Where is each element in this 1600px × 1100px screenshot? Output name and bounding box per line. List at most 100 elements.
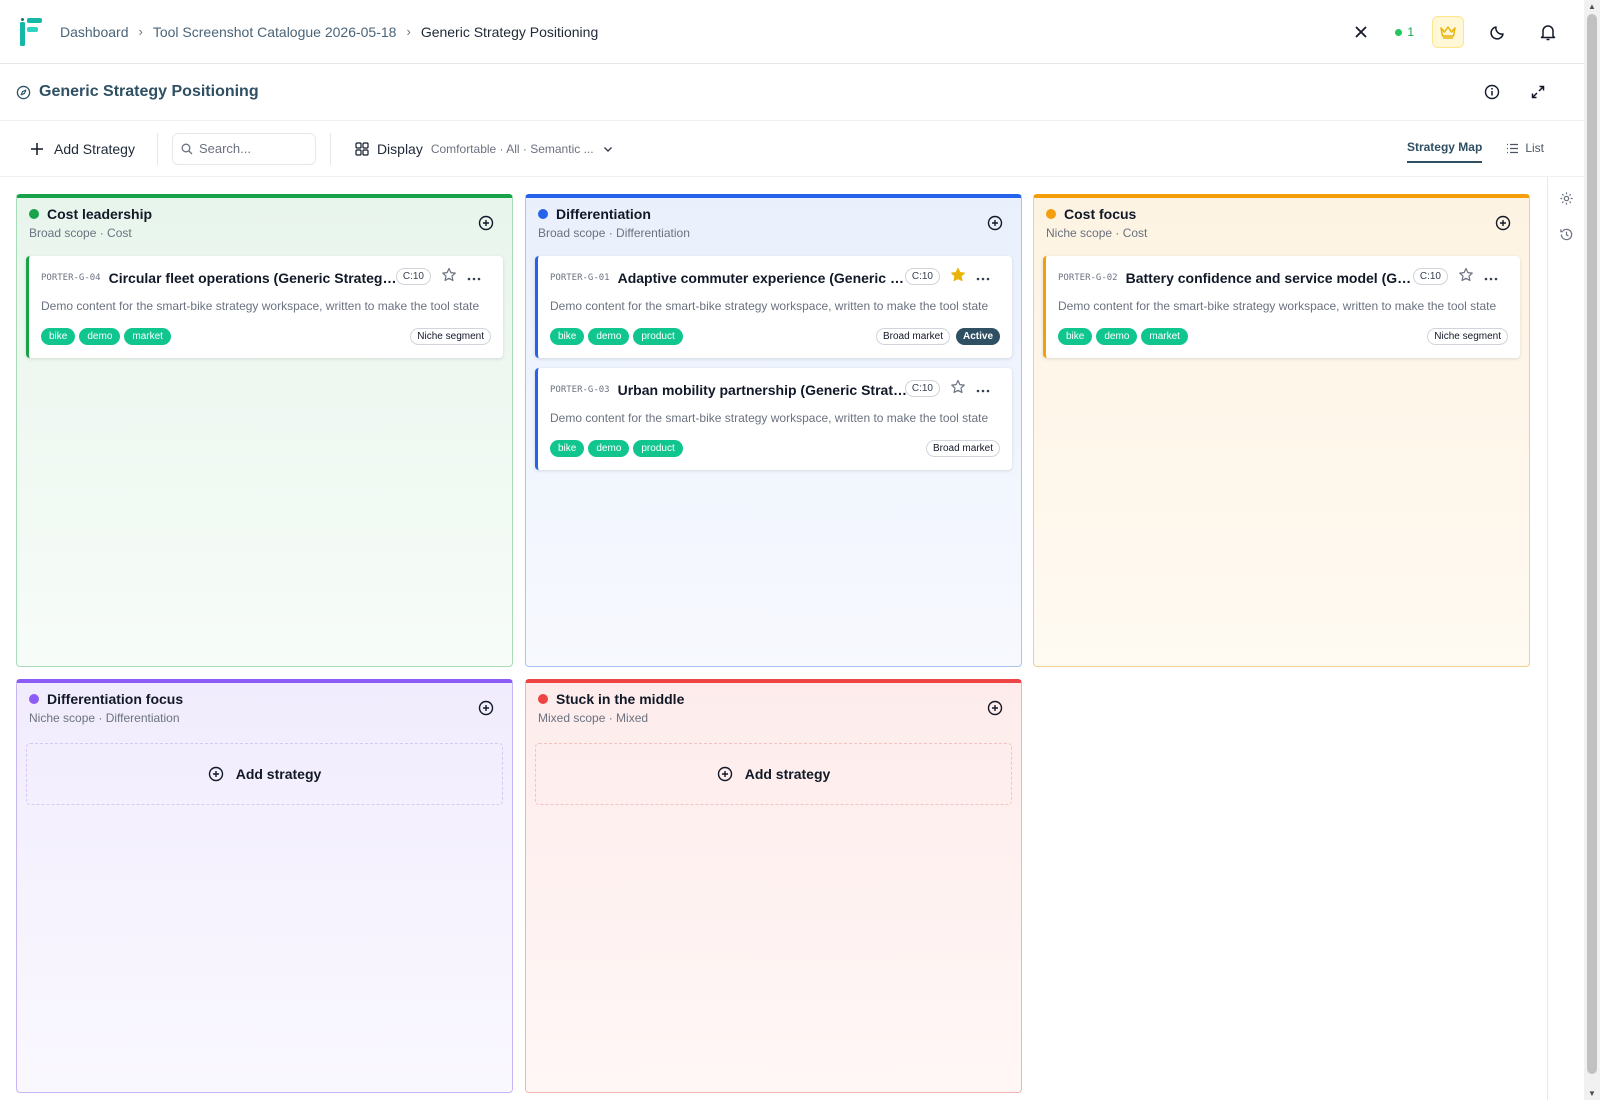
breadcrumb-dashboard[interactable]: Dashboard <box>60 24 129 40</box>
settings-button[interactable] <box>1559 191 1574 209</box>
card-title[interactable]: Battery confidence and service model (Ge… <box>1126 270 1416 286</box>
favorite-button[interactable] <box>950 379 966 398</box>
tag-chip[interactable]: demo <box>1096 328 1138 345</box>
more-options-button[interactable] <box>976 381 990 396</box>
more-horizontal-icon <box>976 277 990 281</box>
page-scrollbar[interactable]: ▲ ▼ <box>1584 0 1600 1100</box>
star-icon <box>951 379 965 394</box>
card-code: PORTER-G-03 <box>550 385 610 395</box>
more-horizontal-icon <box>1484 277 1498 281</box>
app-logo[interactable] <box>20 17 42 46</box>
card-code: PORTER-G-04 <box>41 273 101 283</box>
display-options-button[interactable]: Display Comfortable · All · Semantic ... <box>355 141 614 157</box>
card-title[interactable]: Adaptive commuter experience (Generic St… <box>618 270 908 286</box>
star-icon <box>1459 267 1473 282</box>
column-add-button[interactable] <box>476 699 496 719</box>
scroll-down-icon[interactable]: ▼ <box>1588 1089 1596 1098</box>
card-description: Demo content for the smart-bike strategy… <box>550 411 989 428</box>
card-tags: bike demo product <box>550 440 683 457</box>
display-label: Display <box>376 140 423 157</box>
notifications-button[interactable] <box>1532 16 1564 48</box>
strategy-card[interactable]: PORTER-G-04 Circular fleet operations (Ge… <box>26 256 503 358</box>
view-tabs: Strategy Map List <box>1406 133 1544 163</box>
column-add-button[interactable] <box>476 214 496 234</box>
tag-chip[interactable]: product <box>633 440 683 457</box>
column-header: Differentiation Broad scope · Differentia… <box>526 198 1021 248</box>
premium-button[interactable] <box>1432 16 1464 48</box>
star-icon <box>442 267 456 282</box>
count-badge: C:10 <box>395 268 431 285</box>
card-title[interactable]: Circular fleet operations (Generic Strat… <box>109 270 399 286</box>
more-options-button[interactable] <box>467 269 481 284</box>
tag-chip[interactable]: product <box>633 328 683 345</box>
column-title: Differentiation focus <box>29 691 500 707</box>
column-color-dot <box>538 209 548 219</box>
strategy-card[interactable]: PORTER-G-01 Adaptive commuter experience … <box>535 256 1012 358</box>
count-badge: C:10 <box>904 268 940 285</box>
more-options-button[interactable] <box>1484 269 1498 284</box>
card-description: Demo content for the smart-bike strategy… <box>550 299 989 316</box>
card-meta: C:10 <box>1412 267 1498 286</box>
tab-list-label: List <box>1525 141 1544 155</box>
column-color-dot <box>29 694 39 704</box>
online-indicator[interactable]: 1 <box>1395 25 1414 39</box>
card-meta: C:10 <box>904 379 990 398</box>
scrollbar-thumb[interactable] <box>1587 14 1597 1074</box>
more-horizontal-icon <box>976 389 990 393</box>
column-color-dot <box>538 694 548 704</box>
card-header: PORTER-G-03 Urban mobility partnership (G… <box>550 379 1000 398</box>
plus-circle-icon <box>987 700 1003 715</box>
column-add-button[interactable] <box>985 699 1005 719</box>
compass-icon <box>16 85 31 99</box>
breadcrumb-catalogue[interactable]: Tool Screenshot Catalogue 2026-05-18 <box>153 24 397 40</box>
history-button[interactable] <box>1559 227 1574 245</box>
plus-circle-icon <box>208 766 223 782</box>
column-subtitle: Mixed scope · Mixed <box>538 711 649 725</box>
chevron-down-icon <box>603 146 612 152</box>
add-strategy-placeholder[interactable]: Add strategy <box>535 743 1012 805</box>
add-strategy-button[interactable]: Add Strategy <box>30 132 158 165</box>
favorite-button[interactable] <box>1458 267 1474 286</box>
card-description: Demo content for the smart-bike strategy… <box>41 299 480 316</box>
tag-chip[interactable]: market <box>1141 328 1188 345</box>
crown-icon <box>1440 26 1456 39</box>
tab-strategy-map[interactable]: Strategy Map <box>1406 133 1483 163</box>
more-options-button[interactable] <box>976 269 990 284</box>
tag-chip[interactable]: demo <box>79 328 121 345</box>
column-header: Cost focus Niche scope · Cost <box>1034 198 1529 248</box>
tag-chip[interactable]: demo <box>588 440 630 457</box>
favorite-button[interactable] <box>441 267 457 286</box>
strategy-card[interactable]: PORTER-G-03 Urban mobility partnership (G… <box>535 368 1012 470</box>
strategy-card[interactable]: PORTER-G-02 Battery confidence and servic… <box>1043 256 1520 358</box>
scroll-up-icon[interactable]: ▲ <box>1588 2 1596 11</box>
gear-icon <box>1559 192 1573 205</box>
card-code: PORTER-G-02 <box>1058 273 1118 283</box>
toolbar-divider <box>329 132 331 165</box>
more-horizontal-icon <box>467 277 481 281</box>
tag-chip[interactable]: bike <box>1058 328 1093 345</box>
add-strategy-placeholder[interactable]: Add strategy <box>26 743 503 805</box>
theme-toggle-button[interactable] <box>1482 16 1514 48</box>
moon-icon <box>1490 26 1504 40</box>
favorite-button[interactable] <box>950 267 966 286</box>
tag-chip[interactable]: bike <box>41 328 76 345</box>
tag-chip[interactable]: bike <box>550 328 585 345</box>
card-title[interactable]: Urban mobility partnership (Generic Stra… <box>618 382 908 398</box>
column-color-dot <box>29 209 39 219</box>
tab-list[interactable]: List <box>1506 133 1544 163</box>
expand-button[interactable] <box>1522 76 1554 108</box>
info-button[interactable] <box>1476 76 1508 108</box>
column-header: Cost leadership Broad scope · Cost <box>17 198 512 248</box>
tag-chip[interactable]: demo <box>588 328 630 345</box>
close-button[interactable] <box>1345 16 1377 48</box>
column-add-button[interactable] <box>1493 214 1513 234</box>
card-header: PORTER-G-02 Battery confidence and servic… <box>1058 267 1508 286</box>
search-input[interactable] <box>198 141 309 156</box>
tag-chip[interactable]: market <box>124 328 171 345</box>
search-box[interactable] <box>171 132 316 165</box>
strategy-column: Cost leadership Broad scope · Cost PORTER-… <box>16 194 513 667</box>
tab-strategy-map-label: Strategy Map <box>1406 140 1483 154</box>
tag-chip[interactable]: bike <box>550 440 585 457</box>
info-icon <box>1484 84 1500 100</box>
column-add-button[interactable] <box>985 214 1005 234</box>
